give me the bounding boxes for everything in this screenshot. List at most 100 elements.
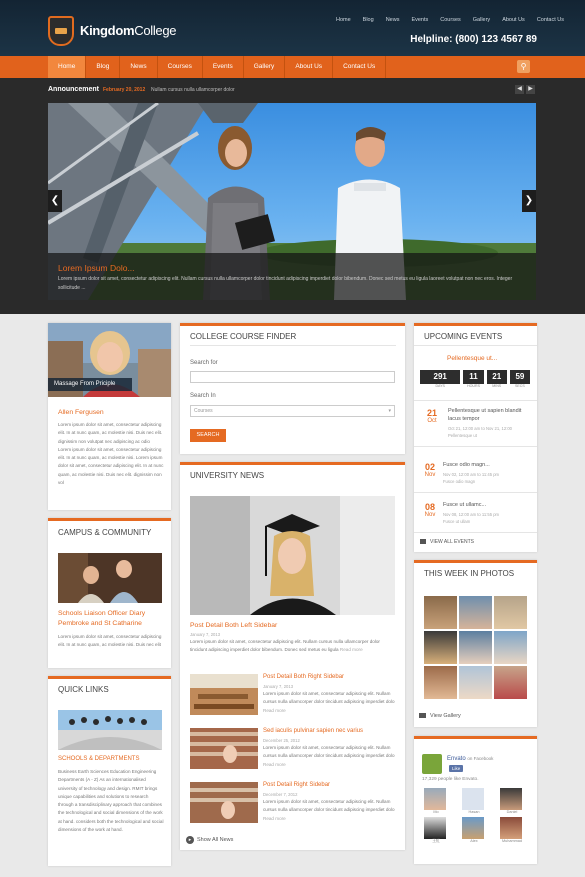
envato-logo-icon[interactable] xyxy=(422,754,442,774)
countdown-secs-unit: SECS xyxy=(515,384,525,388)
featured-news-text: Lorem ipsum dolor sit amet, consectetur … xyxy=(190,638,396,655)
principal-name[interactable]: Allen Fergusen xyxy=(58,409,104,416)
topnav-blog[interactable]: Blog xyxy=(363,17,374,23)
campus-photo[interactable] xyxy=(58,553,162,603)
news-thumb-2[interactable] xyxy=(190,728,258,769)
top-navigation: Home Blog News Events Courses Gallery Ab… xyxy=(324,17,564,23)
like-count-text: 17,329 people like Envato. xyxy=(422,777,479,782)
news-thumb-1[interactable] xyxy=(190,674,258,715)
news-item-title-3[interactable]: Post Detail Right Sidebar xyxy=(263,782,330,788)
photo-thumb[interactable] xyxy=(494,666,527,699)
photo-thumb[interactable] xyxy=(494,631,527,664)
helpline-text: Helpline: (800) 123 4567 89 xyxy=(410,34,537,45)
slider-prev-button[interactable]: ❮ xyxy=(48,190,62,212)
search-icon: ⚲ xyxy=(520,62,527,71)
news-item-title-2[interactable]: Sed iaculis pulvinar sapien nec varius xyxy=(263,728,363,734)
announcement-date: February 20, 2012 xyxy=(103,87,146,93)
news-read-more-link-1[interactable]: Read more xyxy=(263,708,286,713)
show-all-news-link[interactable]: Show All News xyxy=(197,837,233,843)
fan-6[interactable]: Muhammad xyxy=(500,817,524,844)
fan-2[interactable]: Hasan xyxy=(462,788,486,814)
college-logo-icon[interactable] xyxy=(48,16,74,46)
news-thumb-3[interactable] xyxy=(190,782,258,823)
avatar xyxy=(500,788,522,810)
event-title-1[interactable]: Pellentesque ut sapien blandit lacus tem… xyxy=(448,407,530,423)
news-item-title-1[interactable]: Post Detail Both Right Sidebar xyxy=(263,674,344,680)
countdown-days-unit: DAYS xyxy=(435,384,445,388)
nav-news[interactable]: News xyxy=(120,56,158,78)
featured-news-title[interactable]: Post Detail Both Left Sidebar xyxy=(190,622,277,629)
photo-thumb[interactable] xyxy=(459,631,492,664)
photo-thumb[interactable] xyxy=(424,596,457,629)
countdown-hours: 11 HOURS xyxy=(463,370,484,394)
site-logo-text[interactable]: KingdomCollege xyxy=(80,23,177,38)
facebook-page-name[interactable]: Envato on Facebook xyxy=(447,756,493,762)
view-gallery-link[interactable]: View Gallery xyxy=(430,713,461,719)
slider-caption-title[interactable]: Lorem Ipsum Dolo... xyxy=(58,263,135,273)
photo-thumb[interactable] xyxy=(459,666,492,699)
logo-light-text: College xyxy=(134,23,177,38)
search-button[interactable]: Search xyxy=(190,429,226,442)
facebook-like-button[interactable]: Like xyxy=(449,765,464,772)
select-value: Courses xyxy=(194,408,213,414)
campus-link[interactable]: Schools Liaison Officer Diary Pembroke a… xyxy=(58,609,164,629)
event-title-2[interactable]: Fusce odio magn... xyxy=(443,462,490,468)
event-month-2: Nov xyxy=(424,472,436,478)
nav-home[interactable]: Home xyxy=(48,56,87,78)
countdown-days-value: 291 xyxy=(420,370,461,384)
announcement-prev-button[interactable]: ◀ xyxy=(515,85,524,94)
announcement-next-button[interactable]: ▶ xyxy=(526,85,535,94)
quick-links-subtitle[interactable]: Schools & Departments xyxy=(58,756,139,762)
fan-3[interactable]: Daniel xyxy=(500,788,524,814)
topnav-courses[interactable]: Courses xyxy=(440,17,460,23)
fan-4[interactable]: 王紅 xyxy=(424,817,448,844)
nav-gallery[interactable]: Gallery xyxy=(244,56,286,78)
nav-blog[interactable]: Blog xyxy=(86,56,121,78)
quick-links-photo[interactable] xyxy=(58,710,162,750)
countdown-mins-unit: MINS xyxy=(492,384,502,388)
news-read-more-link-3[interactable]: Read more xyxy=(263,816,286,821)
search-button[interactable]: ⚲ xyxy=(517,60,530,73)
topnav-events[interactable]: Events xyxy=(411,17,428,23)
nav-about[interactable]: About Us xyxy=(285,56,334,78)
featured-news-photo[interactable] xyxy=(190,496,395,615)
event-place-2: Fusce odio magn xyxy=(443,479,476,484)
fan-name-3: Daniel xyxy=(506,810,518,814)
topnav-contact[interactable]: Contact Us xyxy=(537,17,564,23)
nav-contact[interactable]: Contact Us xyxy=(333,56,387,78)
fan-1[interactable]: Mo xyxy=(424,788,448,814)
avatar xyxy=(462,817,484,839)
countdown-mins: 21 MINS xyxy=(486,370,507,394)
featured-read-more-link[interactable]: Read more xyxy=(340,647,363,652)
view-all-events-link[interactable]: View All Events xyxy=(430,539,474,545)
search-in-select[interactable]: Courses ▾ xyxy=(190,405,395,417)
slider-next-button[interactable]: ❯ xyxy=(522,190,536,212)
photo-thumb[interactable] xyxy=(459,596,492,629)
countdown-hours-value: 11 xyxy=(463,370,484,384)
news-item-body-3: Lorem ipsum dolor sit amet, consectetur … xyxy=(263,799,395,813)
event-title-3[interactable]: Fusce ut ullamc... xyxy=(443,502,486,508)
photo-thumb[interactable] xyxy=(424,631,457,664)
event-date-2: 02 Nov xyxy=(420,462,440,478)
photo-thumb[interactable] xyxy=(494,596,527,629)
featured-event-title[interactable]: Pellentesque ut... xyxy=(447,355,497,362)
upcoming-events-title: Upcoming Events xyxy=(424,332,503,341)
fan-5[interactable]: Alex xyxy=(462,817,486,844)
topnav-news[interactable]: News xyxy=(386,17,400,23)
avatar xyxy=(424,817,446,839)
announcement-label: Announcement xyxy=(48,86,99,93)
topnav-home[interactable]: Home xyxy=(336,17,351,23)
event-meta-3: Nov 08, 12:00 am to 11:55 pm xyxy=(443,512,500,517)
event-date-1: 21 Oct xyxy=(422,408,442,424)
event-day-1: 21 xyxy=(426,408,437,418)
topnav-about[interactable]: About Us xyxy=(502,17,525,23)
photo-thumb[interactable] xyxy=(424,666,457,699)
news-read-more-link-2[interactable]: Read more xyxy=(263,762,286,767)
nav-events[interactable]: Events xyxy=(203,56,244,78)
nav-courses[interactable]: Courses xyxy=(158,56,203,78)
course-finder-title: College Course Finder xyxy=(190,332,297,341)
search-for-input[interactable] xyxy=(190,371,395,383)
topnav-gallery[interactable]: Gallery xyxy=(473,17,490,23)
divider xyxy=(414,446,537,447)
announcement-text[interactable]: Nullam cursus nulla ullamcorper dolor xyxy=(151,87,235,93)
